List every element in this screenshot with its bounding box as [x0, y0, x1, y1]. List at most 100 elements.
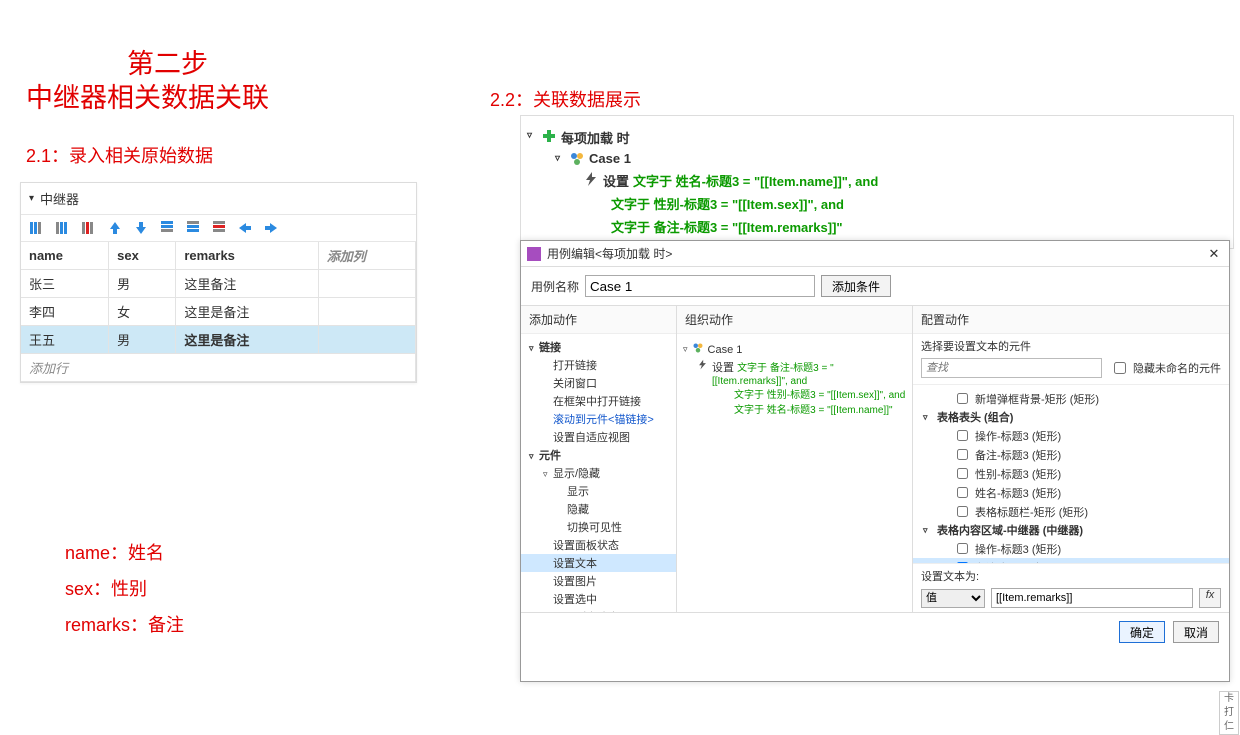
hide-unnamed-checkbox[interactable] [1114, 362, 1126, 374]
table-row[interactable]: 李四女这里是备注 [21, 298, 416, 326]
cell-name[interactable]: 王五 [21, 326, 109, 354]
ok-button[interactable]: 确定 [1119, 621, 1165, 643]
config-checkbox[interactable] [957, 430, 968, 441]
cell-sex[interactable]: 男 [109, 270, 176, 298]
legend-name: name：姓名 [65, 535, 184, 571]
configure-action-column: 配置动作 选择要设置文本的元件 隐藏未命名的元件 新增弹框背景-矩形 (矩形)▿… [913, 306, 1229, 612]
add-column[interactable]: 添加列 [318, 242, 415, 270]
c2-set-label: 设置 [712, 362, 734, 374]
case-name-input[interactable] [585, 275, 815, 297]
config-checkbox[interactable] [957, 506, 968, 517]
cell-sex[interactable]: 男 [109, 326, 176, 354]
close-icon[interactable]: ✕ [1205, 246, 1223, 262]
col-name[interactable]: name [21, 242, 109, 270]
col-remarks[interactable]: remarks [176, 242, 318, 270]
text-mode-select[interactable]: 值 [921, 589, 985, 608]
event-action[interactable]: 设置 文字于 姓名-标题3 = "[[Item.name]]", and [527, 169, 1227, 192]
add-row[interactable]: 添加行 [21, 354, 416, 382]
config-checkbox[interactable] [957, 393, 968, 404]
config-tree-item[interactable]: 性别-标题3 (矩形) [913, 464, 1229, 483]
cell-empty[interactable] [318, 326, 415, 354]
case-editor-dialog: 用例编辑<每项加载 时> ✕ 用例名称 添加条件 添加动作 ▿链接打开链接关闭窗… [520, 240, 1230, 682]
legend-remarks: remarks：备注 [65, 607, 184, 643]
config-checkbox[interactable] [957, 487, 968, 498]
c2-action-row[interactable]: 设置 文字于 备注-标题3 = "[[Item.remarks]]", and … [683, 357, 906, 417]
delete-col-icon[interactable] [81, 220, 97, 236]
move-right-icon[interactable] [263, 220, 279, 236]
triangle-icon: ▿ [555, 153, 565, 164]
cell-name[interactable]: 李四 [21, 298, 109, 326]
config-tree-item[interactable]: 姓名-标题3 (矩形) [913, 483, 1229, 502]
action-tree-item[interactable]: 滚动到元件<锚链接> [521, 410, 676, 428]
cell-remarks[interactable]: 这里备注 [176, 270, 318, 298]
insert-row-above-icon[interactable] [159, 220, 175, 236]
repeater-panel-header[interactable]: ▾ 中继器 [21, 183, 416, 215]
insert-col-right-icon[interactable] [55, 220, 71, 236]
move-left-icon[interactable] [237, 220, 253, 236]
insert-row-below-icon[interactable] [185, 220, 201, 236]
action-tree-item[interactable]: ▿链接 [521, 338, 676, 356]
config-tree[interactable]: 新增弹框背景-矩形 (矩形)▿表格表头 (组合)操作-标题3 (矩形)备注-标题… [913, 385, 1229, 563]
action-tree-item[interactable]: ▿元件 [521, 446, 676, 464]
action-tree-item[interactable]: 设置自适应视图 [521, 428, 676, 446]
action-tree-item[interactable]: 设置文本 [521, 554, 676, 572]
col-sex[interactable]: sex [109, 242, 176, 270]
event-item-load-label: 每项加载 时 [561, 128, 630, 147]
move-down-icon[interactable] [133, 220, 149, 236]
repeater-grid[interactable]: name sex remarks 添加列 张三男这里备注李四女这里是备注王五男这… [21, 242, 416, 382]
cancel-button[interactable]: 取消 [1173, 621, 1219, 643]
config-tree-item[interactable]: 操作-标题3 (矩形) [913, 539, 1229, 558]
section-2-2-heading: 2.2：关联数据展示 [490, 86, 641, 112]
cell-name[interactable]: 张三 [21, 270, 109, 298]
action-tree-item[interactable]: 设置选中 [521, 590, 676, 608]
event-item-load[interactable]: ▿ 每项加载 时 [527, 126, 1227, 149]
config-tree-item[interactable]: 操作-标题3 (矩形) [913, 426, 1229, 445]
organize-action-header: 组织动作 [677, 306, 912, 334]
action-tree-item[interactable]: 在框架中打开链接 [521, 392, 676, 410]
event-action-line2: 文字于 性别-标题3 = "[[Item.sex]]", and [611, 194, 844, 213]
organize-action-body[interactable]: ▿ Case 1 设置 文字于 备注-标题3 = "[[Item.remarks… [677, 334, 912, 612]
config-tree-item[interactable]: ▿表格内容区域-中继器 (中继器) [913, 521, 1229, 539]
action-tree-item[interactable]: 关闭窗口 [521, 374, 676, 392]
action-tree-item[interactable]: 打开链接 [521, 356, 676, 374]
cell-empty[interactable] [318, 298, 415, 326]
delete-row-icon[interactable] [211, 220, 227, 236]
config-checkbox[interactable] [957, 449, 968, 460]
fx-button[interactable]: fx [1199, 588, 1221, 608]
expression-input[interactable] [991, 588, 1193, 608]
c2-case-row[interactable]: ▿ Case 1 [683, 342, 906, 357]
action-tree-item[interactable]: 显示 [521, 482, 676, 500]
cell-remarks[interactable]: 这里是备注 [176, 298, 318, 326]
case-icon [692, 342, 704, 357]
move-up-icon[interactable] [107, 220, 123, 236]
dialog-title: 用例编辑<每项加载 时> [547, 245, 672, 262]
repeater-panel-title: 中继器 [40, 189, 79, 208]
action-tree-item[interactable]: 设置列表选中项 [521, 608, 676, 612]
config-checkbox[interactable] [957, 468, 968, 479]
event-icon [541, 128, 557, 144]
hide-unnamed-toggle[interactable]: 隐藏未命名的元件 [1110, 359, 1221, 377]
config-tree-item[interactable]: ▿表格表头 (组合) [913, 408, 1229, 426]
config-checkbox[interactable] [957, 543, 968, 554]
insert-col-left-icon[interactable] [29, 220, 45, 236]
cell-empty[interactable] [318, 270, 415, 298]
add-condition-button[interactable]: 添加条件 [821, 275, 891, 297]
action-tree-item[interactable]: 隐藏 [521, 500, 676, 518]
config-tree-item[interactable]: 新增弹框背景-矩形 (矩形) [913, 389, 1229, 408]
action-tree-item[interactable]: 设置图片 [521, 572, 676, 590]
table-row[interactable]: 张三男这里备注 [21, 270, 416, 298]
search-input[interactable] [921, 358, 1102, 378]
add-action-header: 添加动作 [521, 306, 676, 334]
table-row[interactable]: 王五男这里是备注 [21, 326, 416, 354]
action-tree-item[interactable]: 设置面板状态 [521, 536, 676, 554]
config-tree-item[interactable]: 表格标题栏-矩形 (矩形) [913, 502, 1229, 521]
action-tree[interactable]: ▿链接打开链接关闭窗口在框架中打开链接滚动到元件<锚链接>设置自适应视图▿元件▿… [521, 334, 676, 612]
action-tree-item[interactable]: ▿显示/隐藏 [521, 464, 676, 482]
event-case[interactable]: ▿ Case 1 [527, 149, 1227, 169]
config-tree-item[interactable]: 备注-标题3 (矩形) [913, 445, 1229, 464]
event-action-line2-row: 文字于 性别-标题3 = "[[Item.sex]]", and [527, 192, 1227, 215]
cell-remarks[interactable]: 这里是备注 [176, 326, 318, 354]
cell-sex[interactable]: 女 [109, 298, 176, 326]
action-tree-item[interactable]: 切换可见性 [521, 518, 676, 536]
repeater-panel: ▾ 中继器 name sex remarks 添加列 张三男这里备注李四女这里是… [20, 182, 417, 383]
